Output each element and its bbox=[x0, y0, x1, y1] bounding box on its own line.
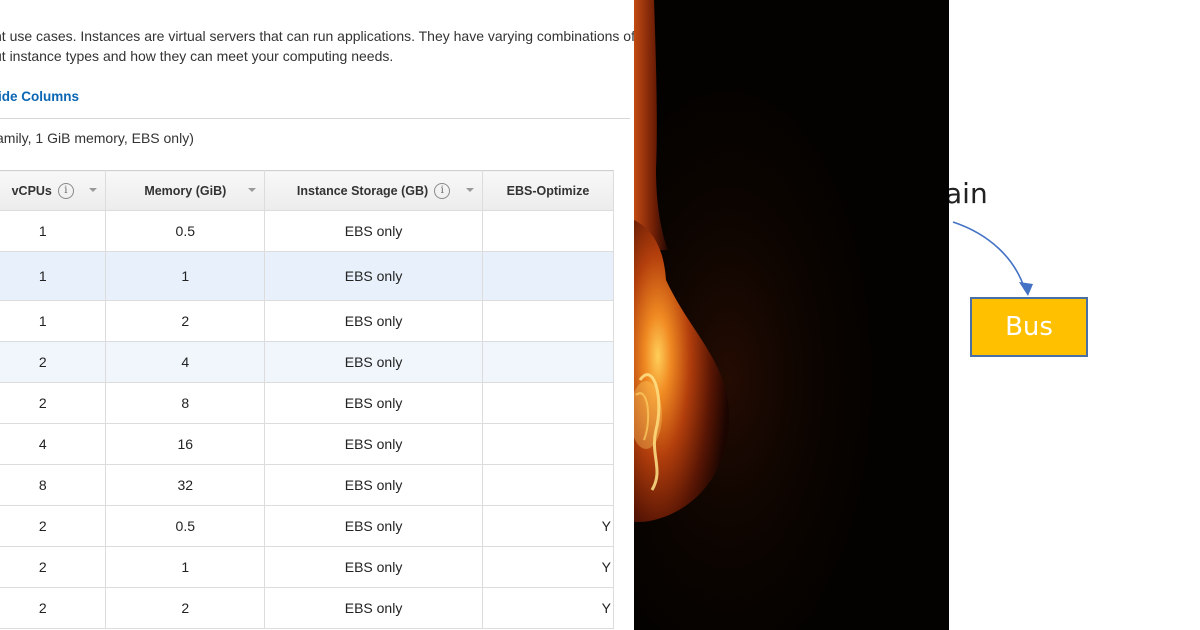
cell-ebs-optimized: Y bbox=[482, 546, 615, 588]
cell-ebs-optimized bbox=[482, 464, 615, 506]
instance-types-table: vCPUs i Memory (GiB) Instance Storage (G… bbox=[0, 170, 615, 629]
light-bulb-illustration bbox=[634, 0, 949, 630]
table-row[interactable]: 4 16 EBS only bbox=[0, 423, 615, 465]
cell-memory: 2 bbox=[105, 300, 266, 342]
info-icon[interactable]: i bbox=[434, 182, 451, 199]
cell-memory: 1 bbox=[105, 251, 266, 301]
cell-ebs-optimized bbox=[482, 300, 615, 342]
arrow-head-icon bbox=[1019, 282, 1033, 296]
cell-storage: EBS only bbox=[264, 546, 483, 588]
cell-storage: EBS only bbox=[264, 587, 483, 629]
column-header-label: Memory (GiB) bbox=[144, 183, 227, 198]
bus-node: Bus bbox=[970, 297, 1088, 357]
cell-memory: 16 bbox=[105, 423, 266, 465]
cell-ebs-optimized bbox=[482, 251, 615, 301]
cell-vcpus: 2 bbox=[0, 587, 107, 629]
table-row[interactable]: 1 0.5 EBS only bbox=[0, 210, 615, 252]
hide-columns-link[interactable]: ide Columns bbox=[0, 89, 79, 104]
cell-vcpus: 1 bbox=[0, 300, 107, 342]
intro-line-1: nt use cases. Instances are virtual serv… bbox=[0, 28, 634, 44]
table-row[interactable]: 2 1 EBS only Y bbox=[0, 546, 615, 588]
cell-ebs-optimized: Y bbox=[482, 587, 615, 629]
diagram-panel: ain Bus bbox=[949, 0, 1200, 630]
cell-ebs-optimized bbox=[482, 382, 615, 424]
sort-caret-icon[interactable] bbox=[89, 188, 98, 192]
column-header-label: EBS-Optimize bbox=[506, 183, 590, 198]
cell-storage: EBS only bbox=[264, 210, 483, 252]
intro-line-2: ut instance types and how they can meet … bbox=[0, 48, 394, 64]
selected-instance-summary: amily, 1 GiB memory, EBS only) bbox=[0, 130, 194, 146]
cell-storage: EBS only bbox=[264, 251, 483, 301]
cell-memory: 32 bbox=[105, 464, 266, 506]
cell-storage: EBS only bbox=[264, 300, 483, 342]
cell-storage: EBS only bbox=[264, 505, 483, 547]
cell-vcpus: 4 bbox=[0, 423, 107, 465]
cell-memory: 4 bbox=[105, 341, 266, 383]
cell-memory: 1 bbox=[105, 546, 266, 588]
cell-storage: EBS only bbox=[264, 423, 483, 465]
cell-storage: EBS only bbox=[264, 382, 483, 424]
table-row[interactable]: 2 4 EBS only bbox=[0, 341, 615, 383]
sort-caret-icon[interactable] bbox=[248, 188, 257, 192]
cell-storage: EBS only bbox=[264, 464, 483, 506]
table-row[interactable]: 2 0.5 EBS only Y bbox=[0, 505, 615, 547]
instance-types-panel: nt use cases. Instances are virtual serv… bbox=[0, 0, 634, 630]
info-icon[interactable]: i bbox=[57, 182, 74, 199]
cell-vcpus: 1 bbox=[0, 251, 107, 301]
cell-memory: 2 bbox=[105, 587, 266, 629]
cell-ebs-optimized bbox=[482, 423, 615, 465]
cell-memory: 8 bbox=[105, 382, 266, 424]
light-bulb-photo bbox=[634, 0, 949, 630]
table-row[interactable]: 2 2 EBS only Y bbox=[0, 587, 615, 629]
table-header-row: vCPUs i Memory (GiB) Instance Storage (G… bbox=[0, 170, 615, 211]
cell-vcpus: 1 bbox=[0, 210, 107, 252]
sort-caret-icon[interactable] bbox=[465, 188, 474, 192]
table-row-selected[interactable]: 1 1 EBS only bbox=[0, 251, 615, 301]
cell-storage: EBS only bbox=[264, 341, 483, 383]
column-header-memory[interactable]: Memory (GiB) bbox=[105, 170, 266, 211]
column-header-label: Instance Storage (GB) bbox=[296, 183, 429, 198]
divider bbox=[0, 118, 630, 119]
cell-ebs-optimized: Y bbox=[482, 505, 615, 547]
cell-ebs-optimized bbox=[482, 341, 615, 383]
cell-vcpus: 8 bbox=[0, 464, 107, 506]
cell-memory: 0.5 bbox=[105, 505, 266, 547]
cell-vcpus: 2 bbox=[0, 546, 107, 588]
column-header-vcpus[interactable]: vCPUs i bbox=[0, 170, 107, 211]
column-header-label: vCPUs bbox=[11, 183, 52, 198]
bus-node-label: Bus bbox=[1005, 312, 1053, 342]
table-row[interactable]: 2 8 EBS only bbox=[0, 382, 615, 424]
cell-memory: 0.5 bbox=[105, 210, 266, 252]
table-row[interactable]: 1 2 EBS only bbox=[0, 300, 615, 342]
cell-vcpus: 2 bbox=[0, 382, 107, 424]
cell-vcpus: 2 bbox=[0, 505, 107, 547]
table-row[interactable]: 8 32 EBS only bbox=[0, 464, 615, 506]
column-header-ebs-optimized[interactable]: EBS-Optimize bbox=[482, 170, 615, 211]
intro-text: nt use cases. Instances are virtual serv… bbox=[0, 26, 634, 66]
cell-vcpus: 2 bbox=[0, 341, 107, 383]
cell-ebs-optimized bbox=[482, 210, 615, 252]
column-header-instance-storage[interactable]: Instance Storage (GB) i bbox=[264, 170, 483, 211]
